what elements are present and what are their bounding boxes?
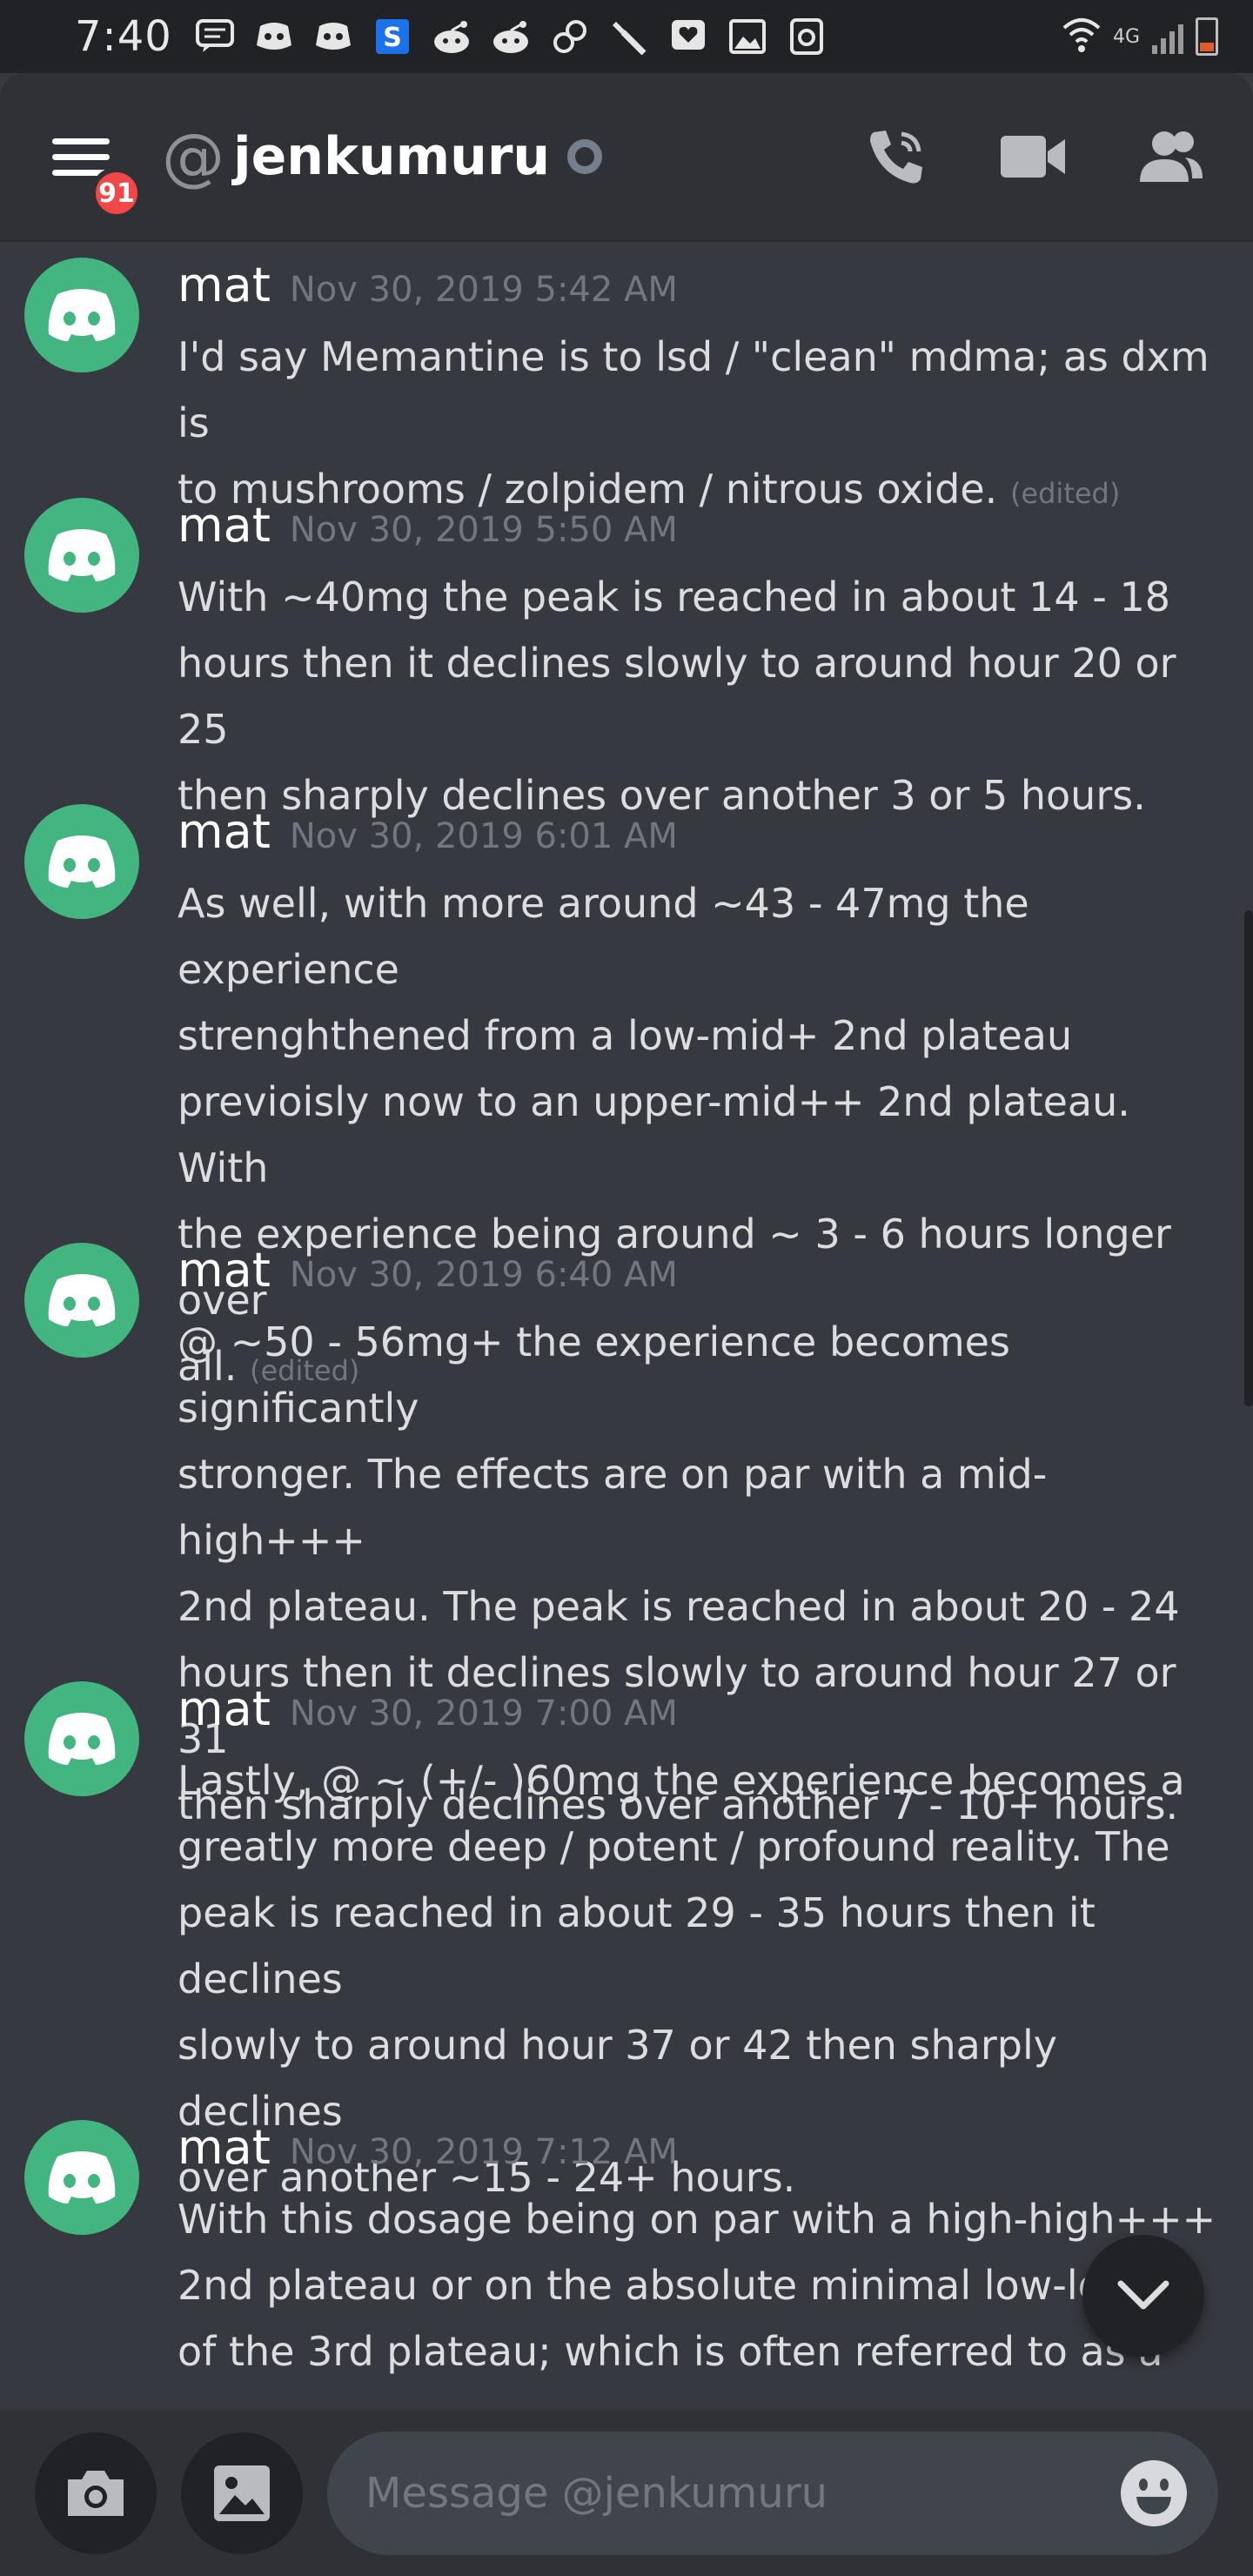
wifi-icon [1062, 16, 1101, 57]
message-author[interactable]: mat [178, 1243, 271, 1298]
svg-text:S: S [383, 23, 402, 53]
message-author[interactable]: mat [178, 1681, 271, 1736]
call-button[interactable] [863, 124, 929, 190]
message-author[interactable]: mat [178, 498, 271, 553]
wrench-icon [609, 17, 649, 57]
at-icon: @ [162, 120, 224, 193]
reddit-icon [432, 17, 472, 57]
channel-header: 91 @ jenkumuru [0, 73, 1253, 240]
scrollbar[interactable] [1244, 910, 1253, 1406]
offline-status-icon [567, 139, 603, 174]
avatar[interactable] [24, 258, 139, 372]
message-timestamp: Nov 30, 2019 6:40 AM [289, 1255, 678, 1295]
discord-logo-icon [48, 2151, 116, 2204]
video-icon [1001, 136, 1065, 178]
unread-badge: 91 [90, 167, 143, 219]
discord-logo-icon [48, 1274, 116, 1326]
discord-logo-icon [48, 289, 116, 341]
link-icon [550, 17, 590, 57]
battery-icon [1196, 17, 1218, 56]
message-list[interactable]: mat Nov 30, 2019 5:42 AM I'd say Memanti… [0, 240, 1253, 2425]
discord-logo-icon [48, 835, 116, 888]
discord-icon [254, 17, 294, 57]
message-author[interactable]: mat [178, 258, 271, 312]
message-icon [195, 17, 235, 57]
channel-title[interactable]: jenkumuru [233, 126, 550, 187]
jump-to-present-button[interactable] [1082, 2235, 1204, 2357]
signal-icon [1152, 19, 1183, 54]
image-upload-button[interactable] [181, 2432, 303, 2554]
message-input-placeholder: Message @jenkumuru [365, 2469, 828, 2518]
heart-icon [668, 17, 708, 57]
message-timestamp: Nov 30, 2019 6:01 AM [289, 816, 678, 856]
camera-button[interactable] [35, 2432, 157, 2554]
message-input[interactable]: Message @jenkumuru [327, 2432, 1218, 2555]
message-author[interactable]: mat [178, 804, 271, 859]
image-icon [214, 2465, 270, 2521]
notification-icons: S [195, 17, 827, 57]
app-s-icon: S [372, 17, 412, 57]
avatar[interactable] [24, 2120, 139, 2235]
message-timestamp: Nov 30, 2019 5:42 AM [289, 270, 678, 310]
message-author[interactable]: mat [178, 2120, 271, 2175]
avatar[interactable] [24, 498, 139, 613]
image-icon [727, 17, 767, 57]
discord-logo-icon [48, 529, 116, 581]
message-timestamp: Nov 30, 2019 5:50 AM [289, 510, 678, 550]
discord-logo-icon [48, 1713, 116, 1765]
members-button[interactable] [1138, 124, 1204, 190]
camera-icon [68, 2471, 124, 2516]
emoji-button[interactable] [1121, 2460, 1187, 2526]
app-icon [787, 17, 827, 57]
avatar[interactable] [24, 1681, 139, 1796]
avatar[interactable] [24, 804, 139, 919]
emoji-icon [1122, 2462, 1185, 2525]
message-content[interactable]: I'd say Memantine is to lsd / "clean" md… [178, 324, 1218, 527]
message-content[interactable]: With ~40mg the peak is reached in about … [178, 564, 1218, 828]
members-icon [1140, 131, 1203, 182]
call-icon [870, 131, 922, 184]
discord-icon [313, 17, 353, 57]
status-bar: 7:40 S 4G [0, 0, 1253, 73]
network-type: 4G [1112, 25, 1140, 48]
status-time: 7:40 [75, 12, 172, 61]
reddit-icon [491, 17, 531, 57]
avatar[interactable] [24, 1243, 139, 1358]
hamburger-icon [52, 138, 110, 144]
message-timestamp: Nov 30, 2019 7:00 AM [289, 1694, 678, 1734]
menu-button[interactable]: 91 [52, 122, 143, 219]
message-content[interactable]: With this dosage being on par with a hig… [178, 2186, 1218, 2385]
message-composer: Message @jenkumuru [0, 2411, 1253, 2576]
video-call-button[interactable] [1001, 124, 1067, 190]
chevron-down-icon [1117, 2280, 1169, 2310]
message-timestamp: Nov 30, 2019 7:12 AM [289, 2132, 678, 2172]
